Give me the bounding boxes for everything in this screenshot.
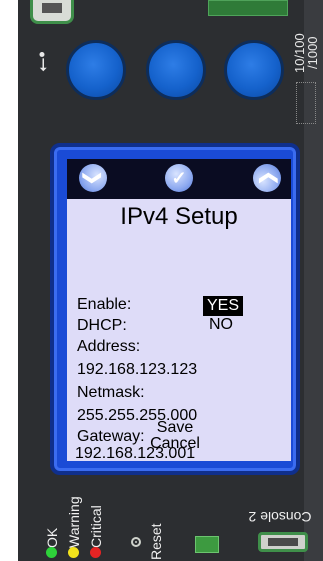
chevron-up-icon[interactable]: ❯ xyxy=(253,164,281,192)
status-critical-label: Critical xyxy=(88,505,104,548)
ok-led xyxy=(46,547,57,558)
dhcp-label: DHCP: xyxy=(77,317,127,334)
warning-led xyxy=(68,547,79,558)
dhcp-no-option[interactable]: NO xyxy=(209,316,233,334)
usb-port[interactable] xyxy=(30,0,74,24)
ethernet-speed-label: 10/100/1000 xyxy=(292,33,320,73)
chevron-down-icon[interactable]: ❯ xyxy=(79,164,107,192)
screen-title: IPv4 Setup xyxy=(120,203,238,230)
cancel-button[interactable]: Cancel xyxy=(63,435,287,453)
ethernet-port[interactable] xyxy=(208,0,288,16)
check-icon[interactable]: ✓ xyxy=(165,164,193,192)
enable-yes-option[interactable]: YES xyxy=(203,296,244,316)
lcd-nav-bar: ❯ ✓ ❯ xyxy=(67,159,291,199)
hardware-button-1[interactable] xyxy=(66,40,126,100)
hardware-button-3[interactable] xyxy=(224,40,284,100)
reset-button[interactable] xyxy=(131,537,141,547)
console-label: Console 2 xyxy=(248,509,312,525)
hardware-button-2[interactable] xyxy=(146,40,206,100)
port-outline xyxy=(296,82,316,124)
address-label: Address: xyxy=(77,338,141,355)
usb-icon: ⭠• xyxy=(32,51,52,73)
address-value[interactable]: 192.168.123.123 xyxy=(77,361,197,379)
netmask-label: Netmask: xyxy=(77,384,145,401)
critical-led xyxy=(90,547,101,558)
reset-label: Reset xyxy=(148,523,164,560)
status-ok-label: OK xyxy=(44,527,60,548)
status-warning-label: Warning xyxy=(66,496,82,548)
enable-label: Enable: xyxy=(77,296,132,313)
console-port[interactable] xyxy=(258,532,308,552)
small-port xyxy=(195,536,219,553)
